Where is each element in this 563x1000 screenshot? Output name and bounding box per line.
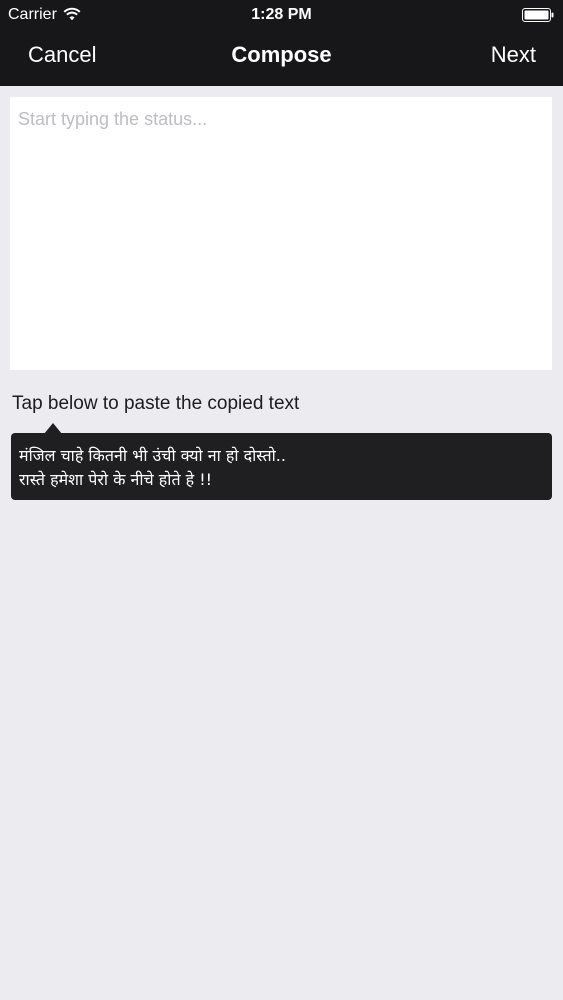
paste-text-line-1: मंजिल चाहे कितनी भी उंची क्यो ना हो दोस्… — [19, 446, 286, 465]
top-bar: Carrier 1:28 PM Cancel Compose Next — [0, 0, 563, 86]
status-time: 1:28 PM — [251, 6, 312, 23]
paste-text-bubble[interactable]: मंजिल चाहे कितनी भी उंची क्यो ना हो दोस्… — [11, 433, 552, 500]
paste-hint-label: Tap below to paste the copied text — [12, 393, 300, 414]
paste-text-line-2: रास्ते हमेशा पेरो के नीचे होते हे !! — [19, 470, 213, 489]
page-title: Compose — [231, 42, 332, 67]
status-bar: Carrier 1:28 PM — [0, 0, 563, 30]
status-text-input[interactable] — [10, 97, 552, 370]
battery-icon — [522, 8, 554, 22]
navigation-bar: Cancel Compose Next — [0, 30, 563, 86]
next-button[interactable]: Next — [491, 42, 536, 68]
